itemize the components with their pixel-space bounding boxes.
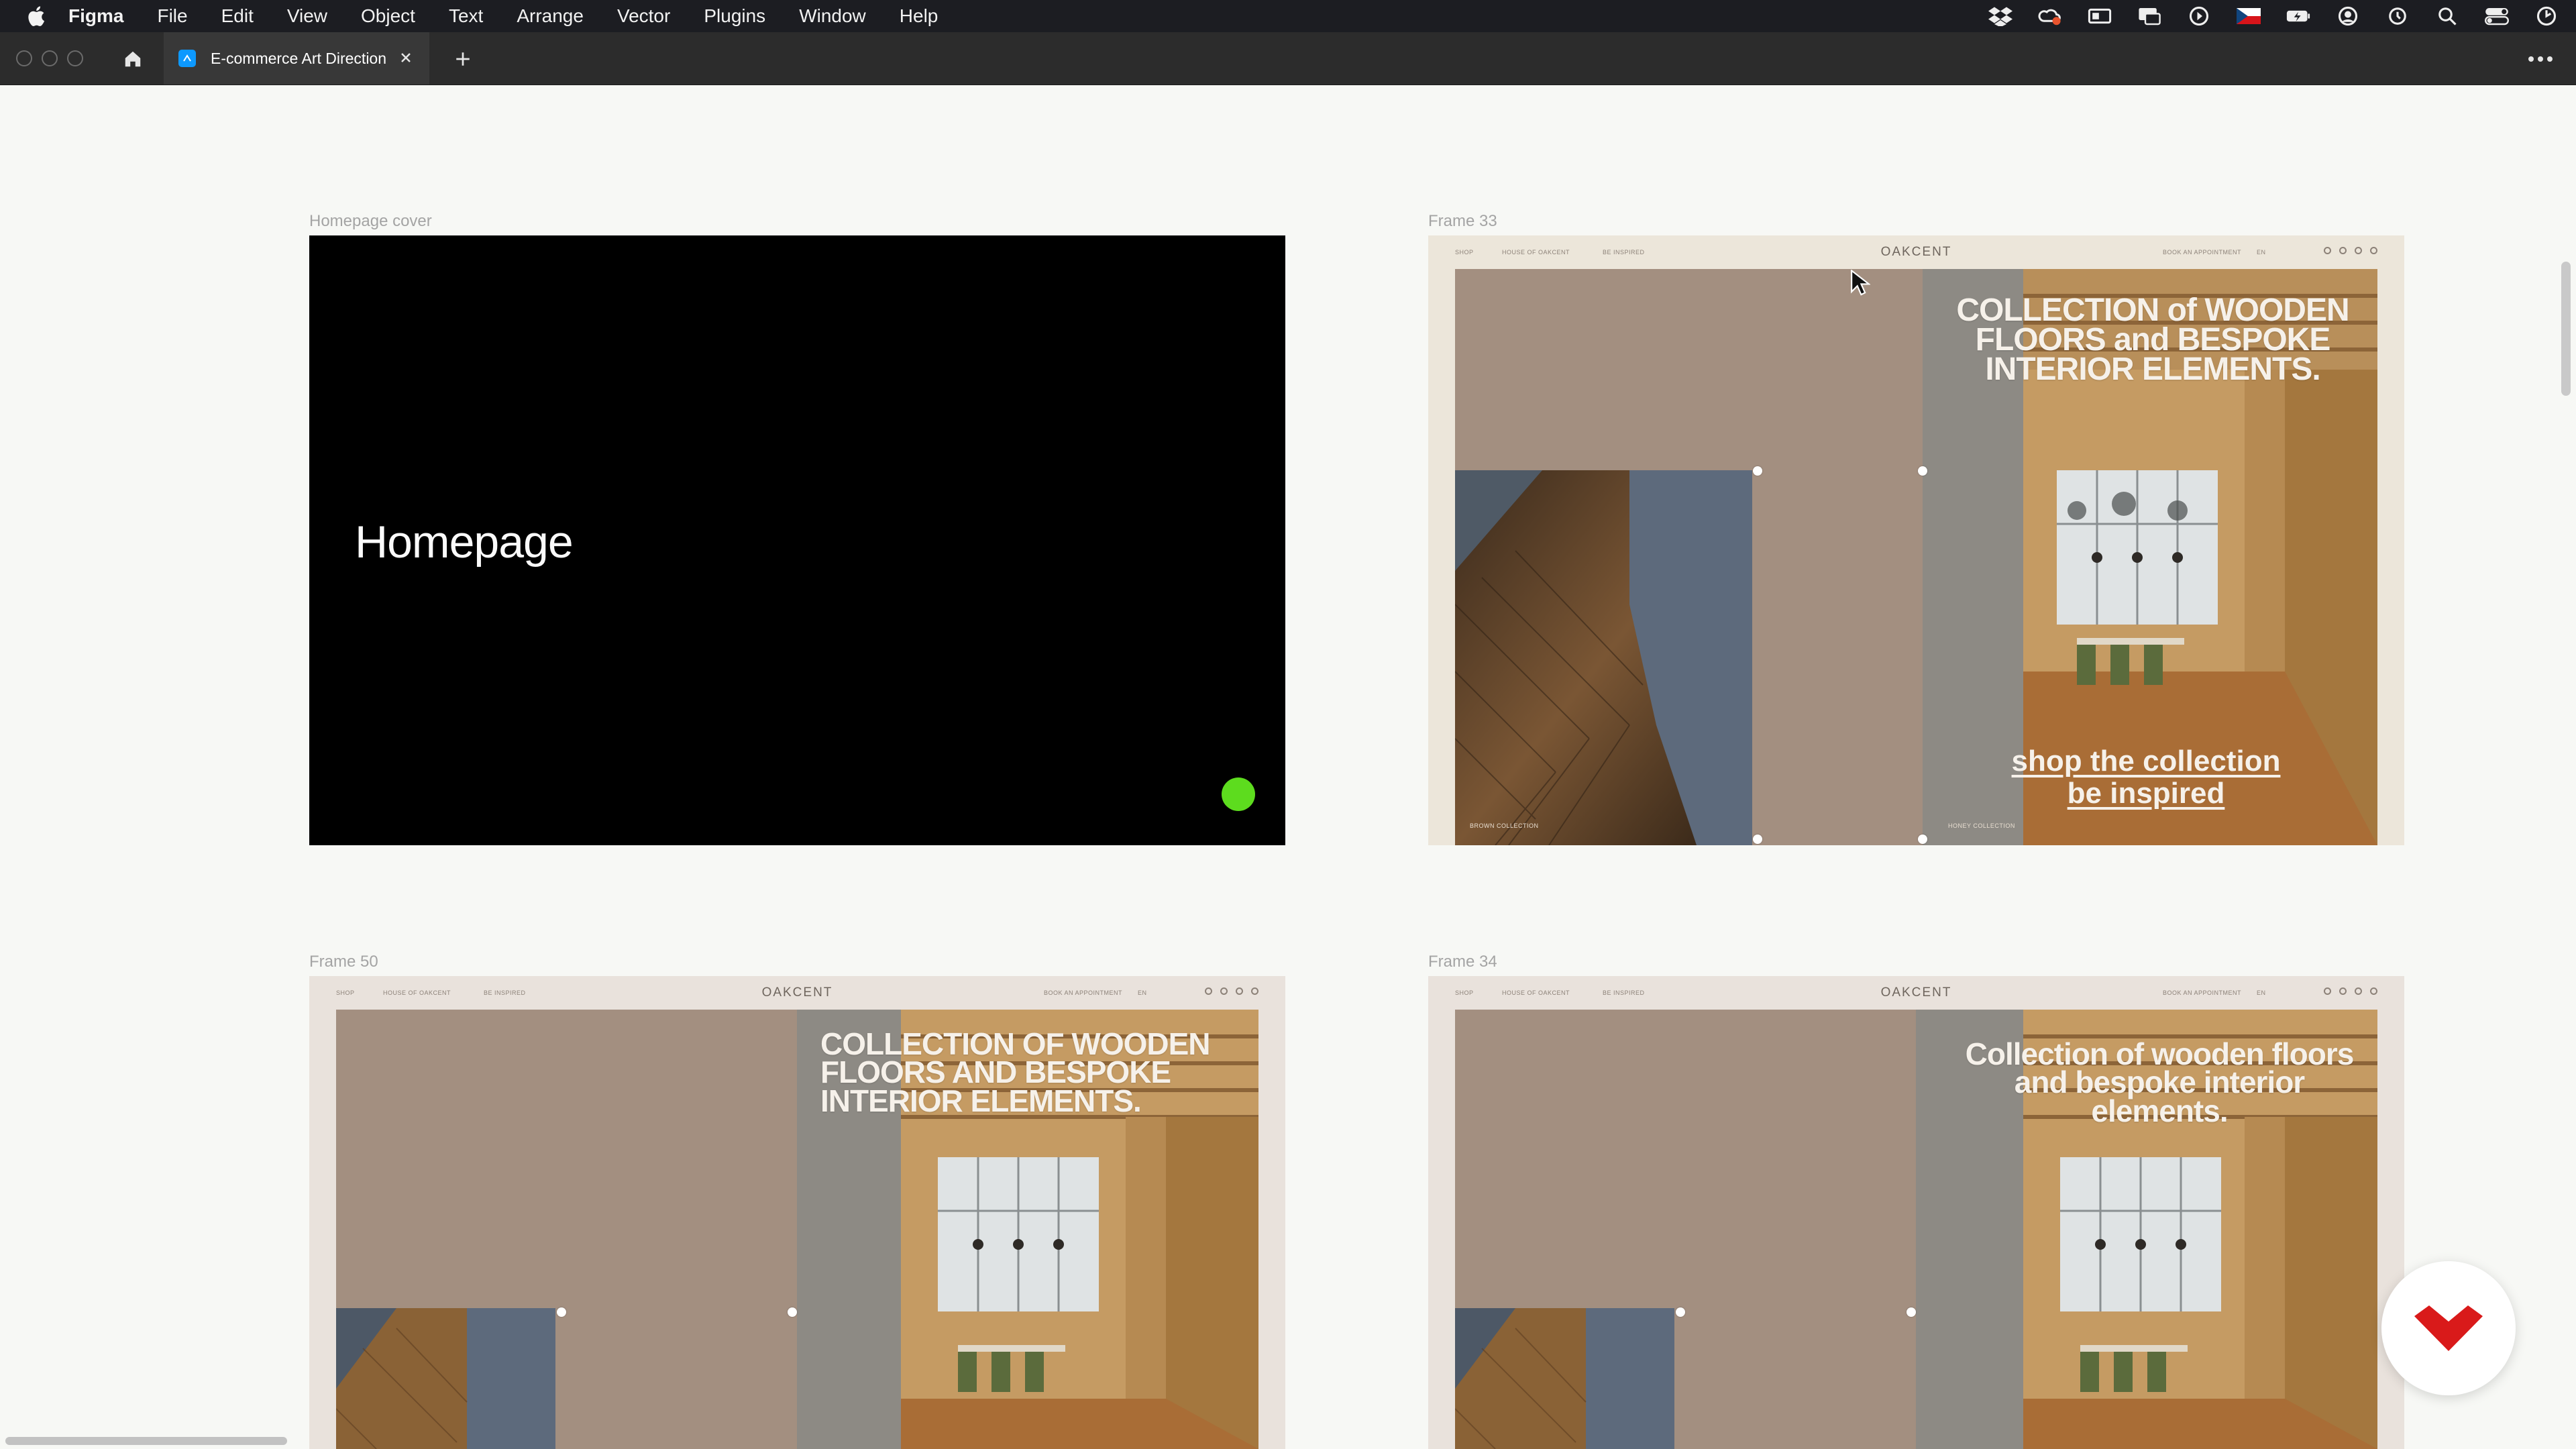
close-tab-button[interactable] (397, 49, 415, 66)
nav-book: BOOK AN APPOINTMENT (2163, 989, 2242, 996)
dropbox-icon[interactable] (1987, 5, 2014, 27)
new-tab-button[interactable] (451, 47, 475, 71)
more-options-button[interactable] (2524, 47, 2557, 71)
menu-edit[interactable]: Edit (221, 5, 254, 27)
window-controls (16, 50, 83, 66)
selection-handle[interactable] (1918, 835, 1927, 844)
cta-shop-collection: shop the collection be inspired (1998, 745, 2294, 810)
vertical-scrollbar[interactable] (2561, 262, 2571, 396)
hero-headline: COLLECTION OF WOODEN FLOORS AND BESPOKE … (820, 1026, 1211, 1118)
floor-photo (1454, 1308, 1674, 1449)
close-icon (401, 53, 411, 62)
red-logo-icon (2414, 1305, 2483, 1351)
figma-file-icon (178, 50, 196, 67)
caption-brown-collection: BROWN COLLECTION (1470, 822, 1539, 829)
frame-33[interactable]: SHOP HOUSE OF OAKCENT BE INSPIRED OAKCEN… (1428, 235, 2404, 845)
menu-arrange[interactable]: Arrange (517, 5, 584, 27)
nav-icons (1205, 987, 1258, 995)
plus-icon (456, 52, 470, 66)
menu-file[interactable]: File (157, 5, 187, 27)
creative-cloud-icon[interactable] (2037, 5, 2063, 27)
caption-honey-collection: HONEY COLLECTION (1948, 822, 2015, 829)
selection-handle[interactable] (1676, 1307, 1685, 1317)
minimize-window-button[interactable] (42, 50, 58, 66)
zoom-window-button[interactable] (67, 50, 83, 66)
site-nav: SHOP HOUSE OF OAKCENT BE INSPIRED OAKCEN… (1428, 235, 2404, 269)
menu-app-figma[interactable]: Figma (68, 5, 123, 27)
frame-label-homepage-cover[interactable]: Homepage cover (309, 212, 432, 231)
cta-inspired-text: be inspired (2067, 777, 2225, 810)
selection-handle[interactable] (557, 1307, 566, 1317)
ellipsis-icon (2528, 56, 2553, 62)
tab-e-commerce-art-direction[interactable]: E-commerce Art Direction (164, 32, 429, 85)
clock-icon[interactable] (2533, 5, 2560, 27)
selection-handle[interactable] (1907, 1307, 1916, 1317)
menu-vector[interactable]: Vector (617, 5, 670, 27)
close-window-button[interactable] (16, 50, 32, 66)
menu-window[interactable]: Window (799, 5, 866, 27)
nav-lang: EN (1138, 989, 1147, 996)
time-machine-icon[interactable] (2384, 5, 2411, 27)
nav-book: BOOK AN APPOINTMENT (1044, 989, 1123, 996)
control-center-icon[interactable] (2483, 5, 2510, 27)
frame-label-frame-33[interactable]: Frame 33 (1428, 212, 1497, 231)
site-nav: SHOP HOUSE OF OAKCENT BE INSPIRED OAKCEN… (309, 976, 1285, 1010)
search-icon[interactable] (2434, 5, 2461, 27)
menu-object[interactable]: Object (361, 5, 415, 27)
frame-50[interactable]: SHOP HOUSE OF OAKCENT BE INSPIRED OAKCEN… (309, 976, 1285, 1449)
nav-lang: EN (2257, 249, 2266, 256)
cover-title: Homepage (355, 517, 574, 568)
battery-icon[interactable] (2285, 5, 2312, 27)
apple-icon[interactable] (25, 5, 46, 28)
tab-title: E-commerce Art Direction (211, 49, 387, 67)
menu-text[interactable]: Text (449, 5, 483, 27)
frame-label-frame-50[interactable]: Frame 50 (309, 953, 378, 971)
status-bar (1987, 0, 2560, 32)
macos-menu-bar: Figma File Edit View Object Text Arrange… (0, 0, 2576, 32)
nav-lang: EN (2257, 989, 2266, 996)
selection-handle[interactable] (1918, 466, 1927, 476)
nav-book: BOOK AN APPOINTMENT (2163, 249, 2242, 256)
user-icon[interactable] (2334, 5, 2361, 27)
home-icon (125, 51, 141, 67)
floor-photo (1454, 470, 1752, 845)
selection-handle[interactable] (788, 1307, 797, 1317)
cta-shop-text: shop the collection (2011, 745, 2281, 777)
menu-view[interactable]: View (287, 5, 327, 27)
menu-plugins[interactable]: Plugins (704, 5, 765, 27)
floating-app-badge[interactable] (2381, 1261, 2516, 1395)
play-icon[interactable] (2186, 5, 2212, 27)
frame-34[interactable]: SHOP HOUSE OF OAKCENT BE INSPIRED OAKCEN… (1428, 976, 2404, 1449)
figma-tab-bar: E-commerce Art Direction (0, 32, 2576, 85)
mouse-cursor-icon (1851, 270, 1870, 296)
hero-headline: COLLECTION of WOODEN FLOORS and BESPOKE … (1956, 292, 2349, 388)
status-dot (1222, 777, 1255, 811)
hero-headline: Collection of wooden floors and bespoke … (1965, 1036, 2355, 1128)
flag-icon[interactable] (2235, 5, 2262, 27)
selection-handle[interactable] (1753, 835, 1762, 844)
floor-photo (335, 1308, 555, 1449)
horizontal-scrollbar[interactable] (5, 1437, 287, 1445)
home-button[interactable] (118, 44, 148, 74)
frame-homepage-cover[interactable]: Homepage (309, 235, 1285, 845)
nav-icons (2324, 987, 2377, 995)
site-nav: SHOP HOUSE OF OAKCENT BE INSPIRED OAKCEN… (1428, 976, 2404, 1010)
screen-icon[interactable] (2086, 5, 2113, 27)
menu-help[interactable]: Help (900, 5, 938, 27)
selection-handle[interactable] (1753, 466, 1762, 476)
nav-icons (2324, 247, 2377, 254)
display-icon[interactable] (2136, 5, 2163, 27)
frame-label-frame-34[interactable]: Frame 34 (1428, 953, 1497, 971)
